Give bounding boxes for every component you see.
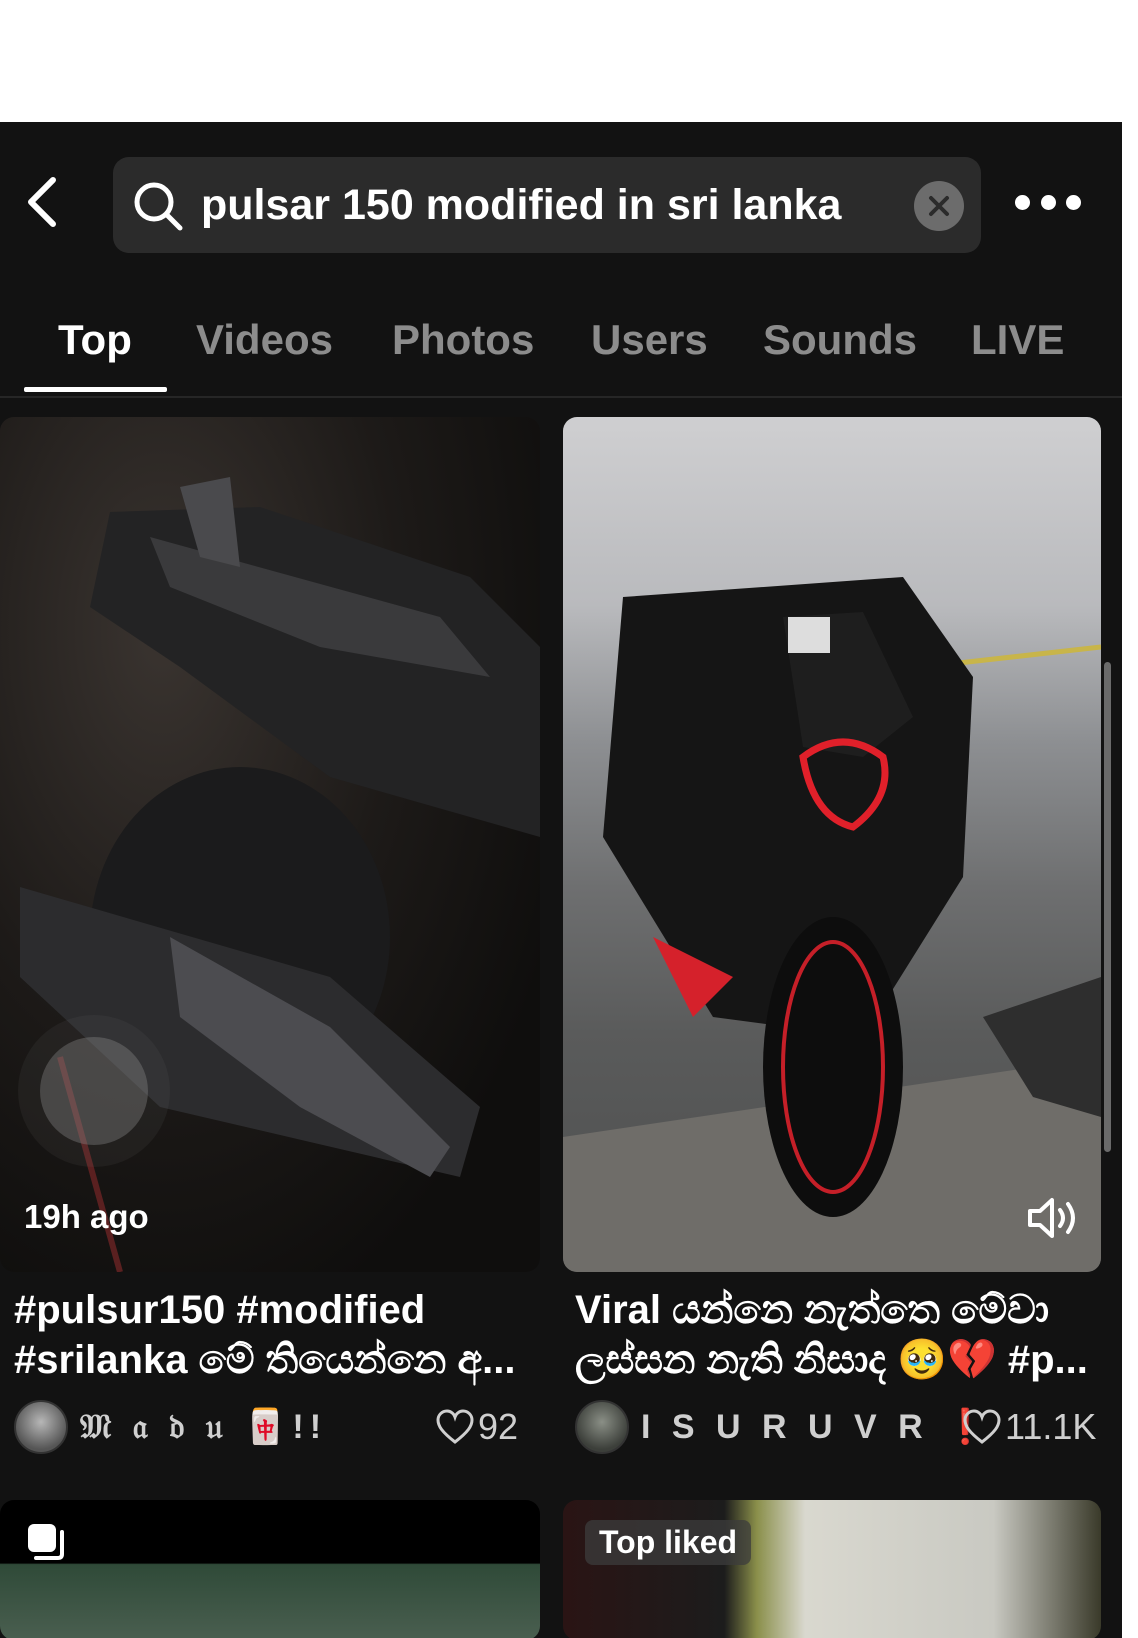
more-dot-icon: [1066, 194, 1081, 210]
search-icon: [134, 182, 183, 231]
top-liked-badge: Top liked: [585, 1520, 752, 1565]
scrollbar[interactable]: [1104, 662, 1111, 1152]
clear-search-button[interactable]: [914, 181, 964, 231]
search-results-screen: pulsar 150 modified in sri lanka Top Vid…: [0, 122, 1122, 1638]
like-count: 11.1K: [963, 1406, 1096, 1448]
edge-strip: [1122, 122, 1138, 1638]
result-thumbnail[interactable]: [0, 417, 540, 1272]
result-thumbnail[interactable]: [0, 1500, 540, 1638]
caption-line: ලස්සන නැති නිසාද 🥹💔 #p...: [575, 1338, 1088, 1382]
like-count-value: 92: [478, 1406, 519, 1447]
more-options-button[interactable]: [1015, 184, 1081, 220]
back-button[interactable]: [18, 172, 66, 232]
author-row[interactable]: I S U R U V R ❗: [575, 1400, 992, 1454]
result-tabs: Top Videos Photos Users Sounds LIVE: [0, 282, 1122, 398]
tab-photos[interactable]: Photos: [392, 316, 534, 364]
close-icon: [929, 196, 949, 216]
like-count-value: 11.1K: [1005, 1406, 1097, 1447]
tab-live[interactable]: LIVE: [971, 316, 1064, 364]
status-area: [0, 0, 1138, 122]
tab-sounds[interactable]: Sounds: [763, 316, 917, 364]
more-dot-icon: [1040, 194, 1056, 210]
author-name[interactable]: I S U R U V R ❗: [641, 1407, 992, 1447]
avatar[interactable]: [14, 1400, 68, 1454]
tab-active-indicator: [24, 387, 167, 392]
tab-top[interactable]: Top: [58, 316, 132, 364]
sound-on-icon[interactable]: [1026, 1194, 1080, 1242]
tab-videos[interactable]: Videos: [196, 316, 333, 364]
caption-line: #srilanka මේ තියෙන්නෙ අ...: [14, 1338, 516, 1382]
post-time: 19h ago: [24, 1198, 149, 1235]
caption-line: Viral යන්නෙ නැත්තෙ මේවා: [575, 1288, 1050, 1332]
result-thumbnail[interactable]: Top liked: [563, 1500, 1101, 1638]
heart-icon: [436, 1409, 474, 1444]
author-name[interactable]: 𝔐 𝔞 𝔡 𝔲 🀄!!: [80, 1407, 327, 1447]
result-caption[interactable]: Viral යන්නෙ නැත්තෙ මේවා ලස්සන නැති නිසාද…: [575, 1285, 1100, 1385]
search-bar[interactable]: pulsar 150 modified in sri lanka: [113, 157, 981, 253]
motorcycle-image: [20, 477, 540, 1272]
result-thumbnail[interactable]: [563, 417, 1101, 1272]
chevron-left-icon: [28, 177, 56, 227]
play-indicator[interactable]: [40, 1037, 148, 1145]
more-dot-icon: [1015, 194, 1030, 210]
heart-icon: [963, 1409, 1001, 1444]
photo-carousel-icon: [28, 1524, 64, 1560]
result-caption[interactable]: #pulsur150 #modified #srilanka මේ තියෙන්…: [14, 1285, 534, 1385]
avatar[interactable]: [575, 1400, 629, 1454]
author-row[interactable]: 𝔐 𝔞 𝔡 𝔲 🀄!!: [14, 1400, 327, 1454]
motorcycle-image: [563, 577, 1101, 1272]
caption-line: #pulsur150 #modified: [14, 1288, 426, 1332]
tab-users[interactable]: Users: [591, 316, 708, 364]
search-input[interactable]: pulsar 150 modified in sri lanka: [201, 179, 841, 231]
like-count: 92: [436, 1406, 518, 1448]
